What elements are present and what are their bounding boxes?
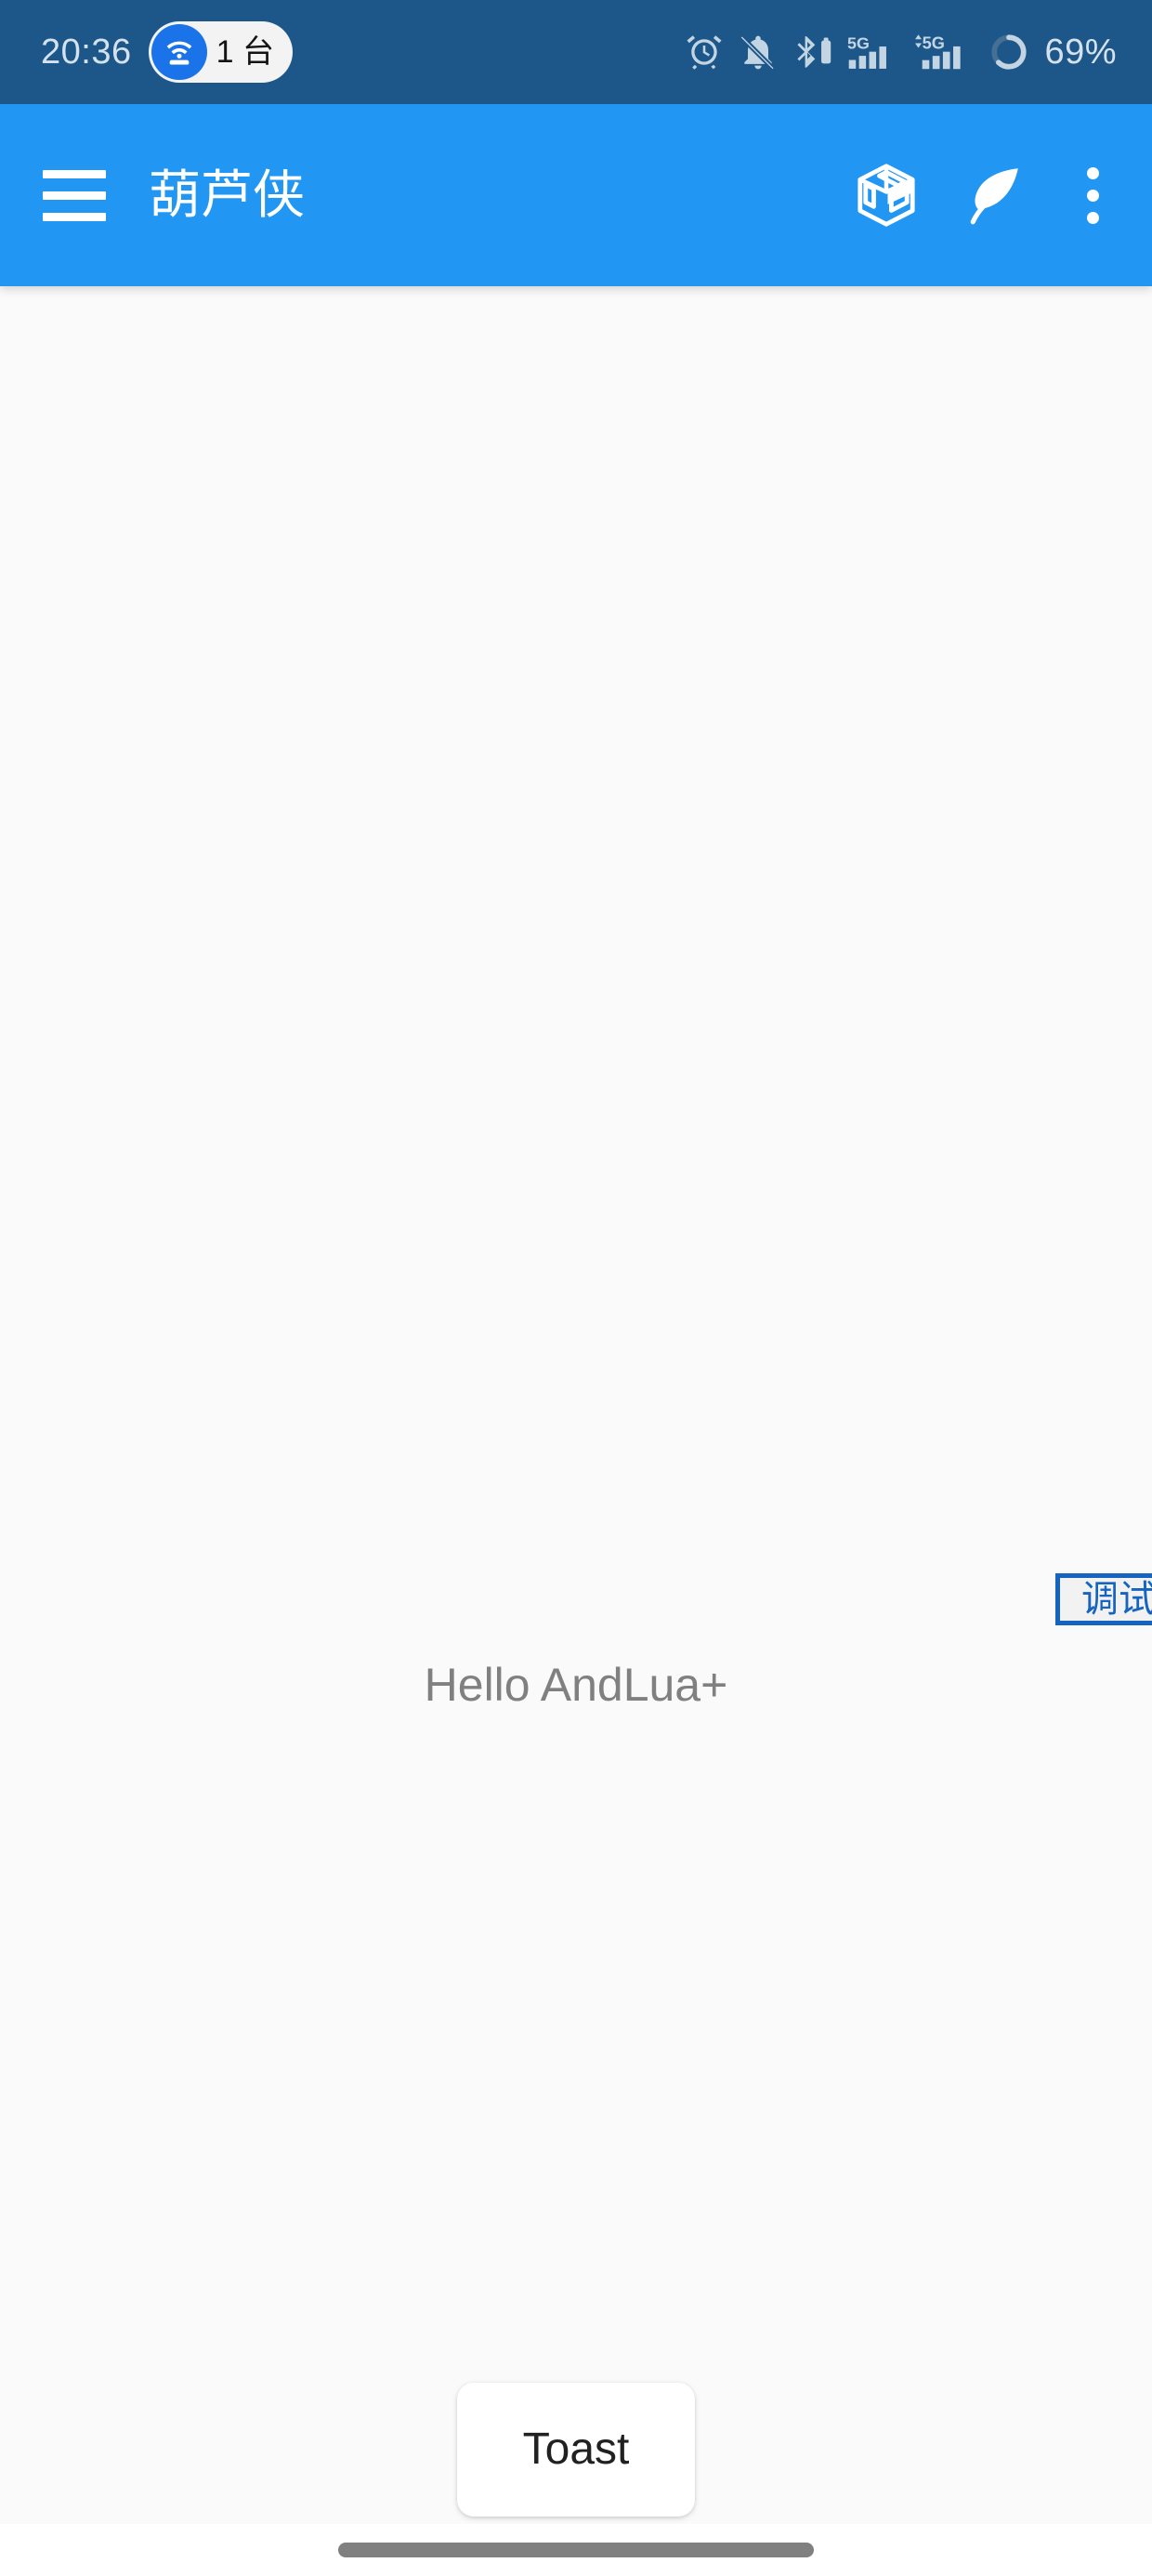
package-box-icon[interactable] xyxy=(842,151,931,240)
phone-screen: 20:36 1 台 5G 5G 69% 葫芦侠 Hello AndLua+ 调试… xyxy=(0,0,1152,2576)
signal-5g-icon: 5G xyxy=(847,34,887,69)
svg-text:5G: 5G xyxy=(847,34,870,53)
alarm-clock-icon xyxy=(687,35,722,70)
menu-dot xyxy=(1086,166,1099,179)
menu-line xyxy=(43,169,106,178)
app-content-area: Hello AndLua+ 调试 Toast xyxy=(0,286,1152,2576)
debug-floating-button[interactable]: 调试 xyxy=(1055,1573,1152,1625)
app-bar-actions xyxy=(842,149,1152,242)
battery-ring-icon xyxy=(991,34,1028,70)
app-bar: 葫芦侠 xyxy=(0,104,1152,286)
wifi-hotspot-icon xyxy=(151,24,207,80)
menu-line xyxy=(43,212,106,221)
toast-button-label: Toast xyxy=(522,2425,630,2474)
signal-5g-data-icon: 5G xyxy=(915,33,962,70)
bluetooth-battery-icon xyxy=(797,36,831,68)
system-navigation-bar xyxy=(0,2524,1152,2576)
home-gesture-pill[interactable] xyxy=(338,2543,814,2557)
menu-dot xyxy=(1086,189,1099,202)
menu-line xyxy=(43,191,106,200)
hotspot-chip-label: 1 台 xyxy=(216,34,274,70)
debug-button-label: 调试 xyxy=(1081,1579,1152,1620)
status-bar-left: 20:36 1 台 xyxy=(41,21,293,83)
status-bar: 20:36 1 台 5G 5G 69% xyxy=(0,0,1152,104)
notifications-muted-icon xyxy=(739,33,777,72)
overflow-menu-icon[interactable] xyxy=(1057,149,1128,242)
svg-text:5G: 5G xyxy=(923,33,945,53)
toast-button[interactable]: Toast xyxy=(457,2383,695,2517)
leaf-icon[interactable] xyxy=(949,151,1039,240)
app-title: 葫芦侠 xyxy=(149,165,305,224)
hotspot-chip[interactable]: 1 台 xyxy=(148,21,293,83)
hamburger-menu-icon[interactable] xyxy=(26,147,123,243)
status-bar-right: 5G 5G 69% xyxy=(684,32,1117,72)
menu-dot xyxy=(1086,211,1099,224)
status-clock: 20:36 xyxy=(41,33,132,72)
hello-label: Hello AndLua+ xyxy=(424,1659,728,1711)
battery-percent-label: 69% xyxy=(1044,33,1117,72)
